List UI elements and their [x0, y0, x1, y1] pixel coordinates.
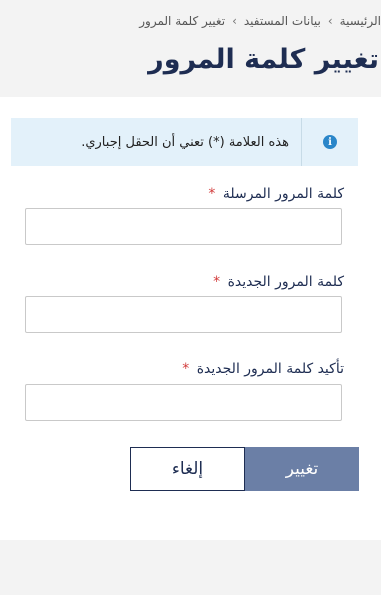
change-button[interactable]: تغيير [245, 447, 359, 491]
breadcrumb-beneficiary-link[interactable]: بيانات المستفيد [244, 14, 321, 28]
info-notice: i هذه العلامة (*) تعني أن الحقل إجباري. [11, 118, 358, 166]
required-asterisk: * [208, 186, 216, 202]
info-icon: i [323, 135, 337, 149]
required-asterisk: * [213, 274, 221, 290]
sent-password-label-text: كلمة المرور المرسلة [222, 186, 344, 202]
cancel-button[interactable]: إلغاء [130, 447, 245, 491]
confirm-password-input[interactable] [25, 384, 342, 421]
breadcrumb-separator-icon: › [327, 14, 333, 28]
new-password-label: كلمة المرور الجديدة * [213, 274, 344, 290]
sent-password-input[interactable] [25, 208, 342, 245]
confirm-password-label-text: تأكيد كلمة المرور الجديدة [196, 361, 344, 377]
sent-password-label: كلمة المرور المرسلة * [208, 186, 344, 202]
breadcrumb-separator-icon: › [232, 14, 237, 28]
required-asterisk: * [182, 361, 190, 377]
new-password-label-text: كلمة المرور الجديدة [227, 274, 344, 290]
breadcrumb-current: تغيير كلمة المرور [139, 14, 226, 28]
info-text: هذه العلامة (*) تعني أن الحقل إجباري. [81, 134, 289, 150]
breadcrumb: الرئيسية › بيانات المستفيد › تغيير كلمة … [0, 11, 381, 31]
new-password-input[interactable] [25, 296, 342, 333]
info-icon-container: i [301, 118, 358, 166]
page-title: تغيير كلمة المرور [148, 44, 379, 75]
form-card: i هذه العلامة (*) تعني أن الحقل إجباري. … [0, 97, 381, 540]
confirm-password-label: تأكيد كلمة المرور الجديدة * [182, 361, 344, 377]
breadcrumb-home-link[interactable]: الرئيسية [340, 14, 381, 28]
